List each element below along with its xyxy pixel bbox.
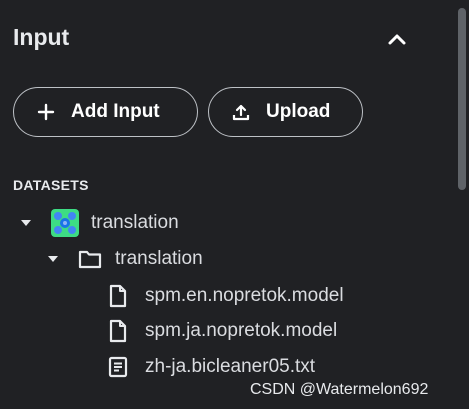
caret-down-icon[interactable]	[46, 252, 60, 266]
file-icon	[108, 319, 130, 343]
upload-label: Upload	[266, 101, 331, 122]
chevron-up-icon	[388, 34, 406, 45]
collapse-button[interactable]	[382, 25, 412, 53]
add-input-label: Add Input	[71, 101, 160, 122]
scrollbar-thumb[interactable]	[458, 8, 466, 190]
folder-icon	[78, 247, 102, 271]
add-input-button[interactable]: Add Input	[13, 87, 198, 137]
file-icon	[108, 284, 130, 308]
input-panel: Input Add Input Upload DATASETS translat…	[0, 0, 455, 409]
folder-label: translation	[115, 248, 203, 269]
upload-button[interactable]: Upload	[208, 87, 363, 137]
tree-item-folder[interactable]: translation	[46, 244, 203, 274]
dataset-thumbnail-icon	[51, 209, 79, 237]
dataset-label: translation	[91, 212, 179, 233]
file-label: spm.en.nopretok.model	[145, 285, 344, 306]
tree-item-file[interactable]: zh-ja.bicleaner05.txt	[108, 352, 315, 382]
plus-icon	[36, 102, 56, 122]
text-file-icon	[108, 355, 130, 379]
tree-item-file[interactable]: spm.ja.nopretok.model	[108, 316, 337, 346]
upload-icon	[231, 102, 251, 122]
tree-item-dataset[interactable]: translation	[19, 208, 179, 238]
tree-item-file[interactable]: spm.en.nopretok.model	[108, 281, 344, 311]
panel-title: Input	[13, 24, 70, 50]
file-label: spm.ja.nopretok.model	[145, 320, 338, 341]
file-label: zh-ja.bicleaner05.txt	[145, 356, 316, 377]
watermark-text: CSDN @Watermelon692	[250, 381, 429, 398]
datasets-section-label: DATASETS	[13, 177, 89, 193]
caret-down-icon[interactable]	[19, 216, 33, 230]
